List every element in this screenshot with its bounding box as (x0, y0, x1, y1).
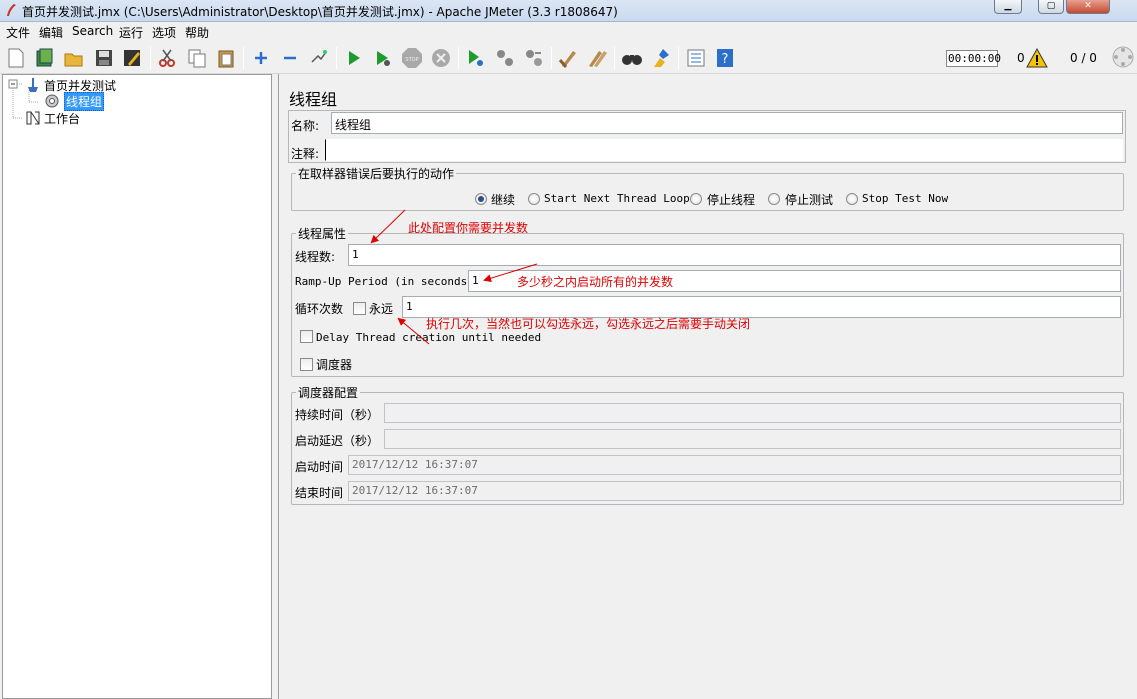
minimize-button[interactable]: ▁ (994, 0, 1022, 14)
toolbar-separator (614, 47, 615, 69)
paste-icon[interactable] (214, 46, 238, 70)
new-icon[interactable] (4, 46, 28, 70)
maximize-button[interactable]: ▢ (1038, 0, 1064, 14)
shutdown-icon[interactable] (429, 46, 453, 70)
gear-icon (45, 94, 59, 108)
warning-icon[interactable] (1026, 48, 1048, 68)
tree-node-workbench[interactable]: 工作台 (25, 110, 80, 126)
collapse-icon[interactable] (278, 46, 302, 70)
save-as-icon[interactable] (120, 46, 144, 70)
menu-file[interactable]: 文件 (6, 24, 30, 41)
toolbar-separator (243, 47, 244, 69)
tree-label-workbench: 工作台 (44, 111, 81, 126)
search-icon[interactable] (620, 46, 644, 70)
start-icon[interactable] (342, 46, 366, 70)
test-plan-icon (28, 78, 38, 92)
jmeter-feather-icon (7, 4, 16, 16)
elapsed-timer: 00:00:00 (946, 50, 1001, 67)
templates-icon[interactable] (33, 46, 57, 70)
open-icon[interactable] (62, 46, 86, 70)
test-plan-tree[interactable]: 首页并发测试 线程组 工作台 (2, 74, 272, 699)
window-title: 首页并发测试.jmx (C:\Users\Administrator\Deskt… (22, 5, 618, 19)
menu-run[interactable]: 运行 (119, 24, 143, 41)
toolbar-separator (551, 47, 552, 69)
function-helper-icon[interactable] (684, 46, 708, 70)
thread-count: 0 / 0 (1070, 51, 1097, 65)
help-icon[interactable]: ? (713, 46, 737, 70)
toolbar-separator (336, 47, 337, 69)
annotation-loop: 执行几次，当然也可以勾选永远，勾选永远之后需要手动关闭 (426, 317, 751, 331)
warning-count: 0 (1017, 51, 1025, 65)
close-button[interactable]: ✕ (1066, 0, 1110, 14)
workbench-icon (26, 111, 40, 125)
annotation-rampup: 多少秒之内启动所有的并发数 (517, 275, 674, 289)
expand-icon[interactable] (249, 46, 273, 70)
remote-start-icon[interactable] (464, 46, 488, 70)
reset-search-icon[interactable] (649, 46, 673, 70)
save-icon[interactable] (92, 46, 116, 70)
annotation-threads: 此处配置你需要并发数 (408, 221, 529, 235)
toolbar-separator (150, 47, 151, 69)
remote-stop-icon[interactable] (493, 46, 517, 70)
clear-all-icon[interactable] (585, 46, 609, 70)
stop-icon[interactable]: STOP (400, 46, 424, 70)
annotation-arrows (370, 209, 538, 345)
toggle-icon[interactable] (307, 46, 331, 70)
start-no-pause-icon[interactable] (371, 46, 395, 70)
title-bar: 首页并发测试.jmx (C:\Users\Administrator\Deskt… (0, 0, 1137, 22)
thread-group-panel: 线程组 名称: 线程组 注释: 在取样器错误后要执行的动作 继续 Start N… (278, 74, 1137, 699)
cut-icon[interactable] (155, 46, 179, 70)
clear-icon[interactable] (556, 46, 580, 70)
toolbar: STOP ? 00:00:00 0 0 / 0 (0, 42, 1137, 74)
menu-bar: 文件 编辑 Search 运行 选项 帮助 (0, 22, 1137, 42)
remote-exit-icon[interactable] (522, 46, 546, 70)
toolbar-separator (458, 47, 459, 69)
copy-icon[interactable] (185, 46, 209, 70)
svg-text:?: ? (722, 52, 729, 67)
menu-edit[interactable]: 编辑 (39, 24, 63, 41)
menu-help[interactable]: 帮助 (185, 24, 209, 41)
toolbar-separator (678, 47, 679, 69)
menu-options[interactable]: 选项 (152, 24, 176, 41)
menu-search[interactable]: Search (72, 24, 113, 38)
status-indicator-icon (1112, 46, 1134, 68)
tree-label-thread-group: 线程组 (64, 91, 105, 111)
svg-text:STOP: STOP (405, 57, 418, 63)
tree-node-thread-group[interactable]: 线程组 (43, 91, 105, 111)
